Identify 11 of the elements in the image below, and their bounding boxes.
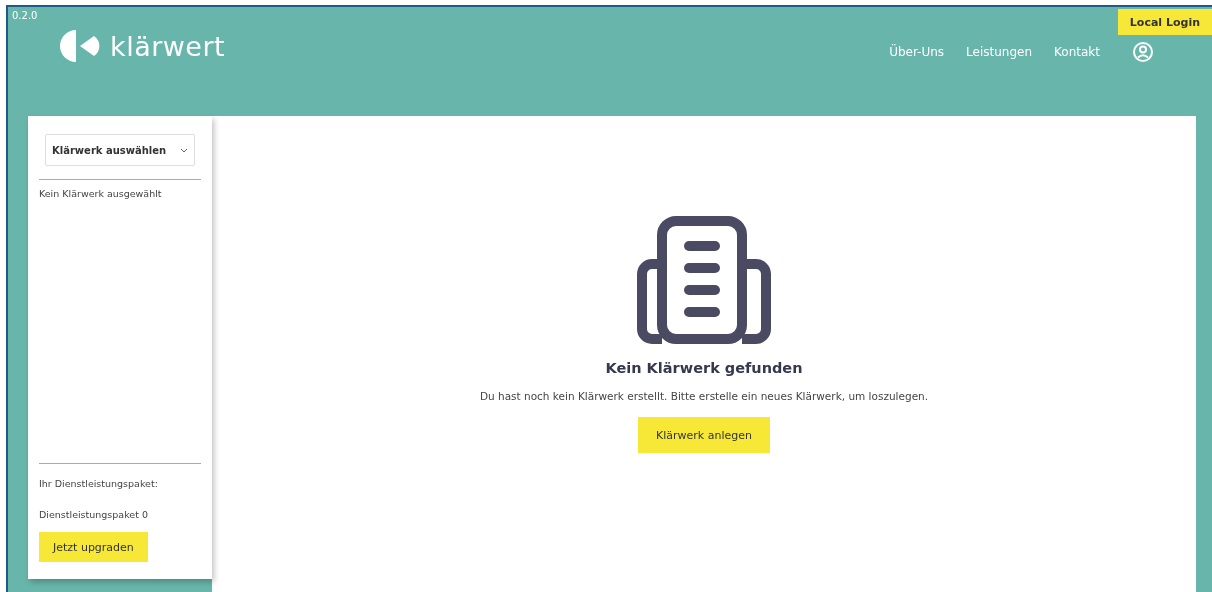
upgrade-button[interactable]: Jetzt upgraden <box>39 532 148 562</box>
create-plant-button[interactable]: Klärwerk anlegen <box>638 417 770 453</box>
plant-select[interactable]: Klärwerk auswählen <box>45 134 195 166</box>
empty-state-title: Kein Klärwerk gefunden <box>605 360 803 376</box>
version-label: 0.2.0 <box>12 10 38 21</box>
status-text: Kein Klärwerk ausgewählt <box>39 188 163 199</box>
brand-name: klärwert <box>110 30 226 62</box>
login-button[interactable]: Local Login <box>1117 9 1212 35</box>
package-label: Ihr Dienstleistungspaket: <box>39 478 159 489</box>
empty-state-message: Du hast noch kein Klärwerk erstellt. Bitte erstelle ein neues Klärwerk, um loszulegen. <box>479 390 929 402</box>
package-value: Dienstleistungspaket 0 <box>39 509 149 520</box>
